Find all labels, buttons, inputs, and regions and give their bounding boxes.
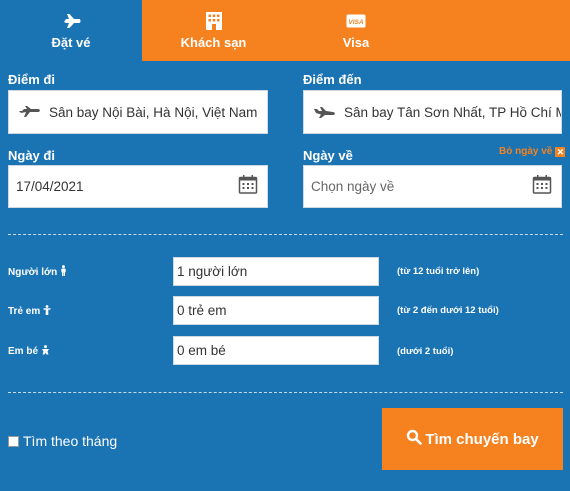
close-icon: ✕ bbox=[555, 146, 566, 157]
svg-text:VISA: VISA bbox=[348, 19, 363, 26]
search-flights-label: Tìm chuyến bay bbox=[425, 430, 539, 448]
arrival-plane-icon bbox=[314, 106, 336, 118]
search-flights-button[interactable]: Tìm chuyến bay bbox=[382, 408, 563, 470]
search-by-month-toggle[interactable]: Tìm theo tháng bbox=[8, 433, 117, 449]
search-by-month-checkbox[interactable] bbox=[8, 435, 19, 447]
origin-input[interactable]: Sân bay Nội Bài, Hà Nội, Việt Nam bbox=[8, 90, 268, 134]
infant-icon bbox=[41, 345, 50, 358]
infant-label-text: Em bé bbox=[8, 346, 39, 357]
destination-label: Điểm đến bbox=[303, 72, 362, 87]
section-divider bbox=[8, 234, 563, 235]
child-label: Trẻ em bbox=[8, 305, 51, 318]
tab-hotels-label: Khách sạn bbox=[180, 35, 247, 50]
section-divider bbox=[8, 392, 563, 393]
flight-search-widget: Đặt vé Khách sạn VISA Visa Điểm đi Sân b… bbox=[0, 0, 570, 491]
adult-icon bbox=[60, 265, 67, 279]
tab-bar: Đặt vé Khách sạn VISA Visa bbox=[0, 0, 570, 61]
tab-visa[interactable]: VISA Visa bbox=[285, 0, 427, 61]
plane-icon bbox=[60, 11, 82, 31]
calendar-icon[interactable] bbox=[532, 174, 552, 199]
destination-value: Sân bay Tân Sơn Nhất, TP Hồ Chí Minh bbox=[344, 104, 562, 120]
tab-flights-label: Đặt vé bbox=[51, 35, 91, 50]
depart-date-input[interactable]: 17/04/2021 bbox=[8, 165, 268, 208]
search-icon bbox=[406, 429, 423, 449]
adult-label-text: Người lớn bbox=[8, 266, 58, 278]
infant-age-note: (dưới 2 tuổi) bbox=[397, 346, 454, 357]
calendar-icon[interactable] bbox=[238, 174, 258, 199]
departure-plane-icon bbox=[19, 106, 41, 118]
clear-return-date-label: Bỏ ngày về bbox=[499, 146, 553, 157]
origin-value: Sân bay Nội Bài, Hà Nội, Việt Nam bbox=[49, 104, 258, 120]
clear-return-date-link[interactable]: Bỏ ngày về ✕ bbox=[499, 146, 566, 157]
hotel-icon bbox=[204, 11, 224, 31]
adult-count-input[interactable]: 1 người lớn bbox=[173, 257, 379, 286]
child-label-text: Trẻ em bbox=[8, 306, 41, 317]
destination-input[interactable]: Sân bay Tân Sơn Nhất, TP Hồ Chí Minh bbox=[303, 90, 562, 134]
tab-hotels[interactable]: Khách sạn bbox=[142, 0, 285, 61]
child-age-note: (từ 2 đến dưới 12 tuổi) bbox=[397, 305, 499, 316]
tab-flights[interactable]: Đặt vé bbox=[0, 0, 142, 61]
infant-label: Em bé bbox=[8, 345, 50, 358]
tab-visa-label: Visa bbox=[342, 35, 370, 50]
depart-date-value: 17/04/2021 bbox=[16, 179, 84, 194]
depart-date-label: Ngày đi bbox=[8, 148, 55, 163]
return-date-label: Ngày về bbox=[303, 148, 353, 163]
origin-label: Điểm đi bbox=[8, 72, 55, 87]
child-count-input[interactable]: 0 trẻ em bbox=[173, 296, 379, 325]
adult-label: Người lớn bbox=[8, 265, 67, 279]
visa-card-icon: VISA bbox=[346, 11, 366, 31]
adult-age-note: (từ 12 tuổi trở lên) bbox=[397, 266, 480, 277]
child-icon bbox=[43, 305, 51, 318]
return-date-input[interactable]: Chọn ngày về bbox=[303, 165, 562, 208]
return-date-placeholder: Chọn ngày về bbox=[311, 179, 395, 194]
search-by-month-label: Tìm theo tháng bbox=[23, 433, 118, 449]
infant-count-input[interactable]: 0 em bé bbox=[173, 336, 379, 365]
